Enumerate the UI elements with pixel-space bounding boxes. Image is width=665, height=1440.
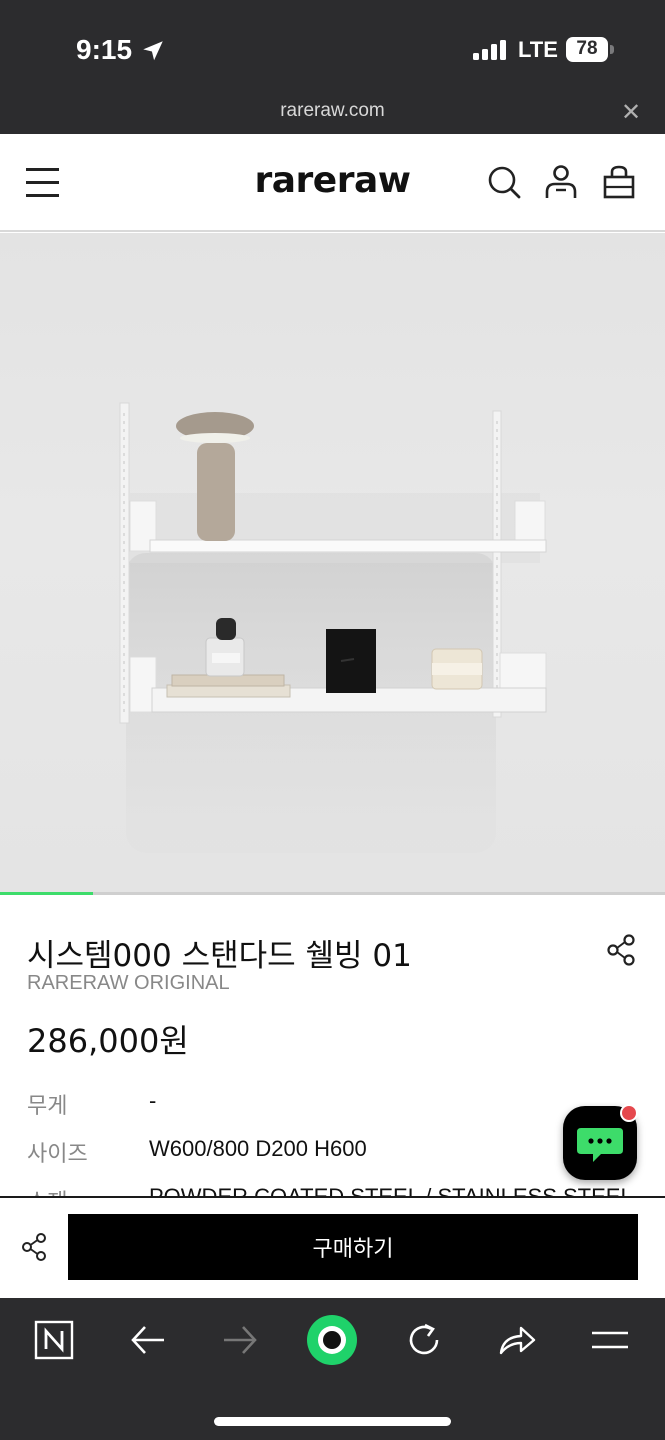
url-domain[interactable]: rareraw.com: [0, 100, 665, 122]
spec-value-weight: -: [149, 1088, 157, 1113]
search-icon[interactable]: [487, 164, 521, 200]
spec-value-size: W600/800 D200 H600: [149, 1136, 367, 1161]
spec-label-weight: 무게: [27, 1094, 68, 1119]
forward-arrow-icon[interactable]: [220, 1320, 260, 1360]
refresh-icon[interactable]: [404, 1320, 444, 1360]
user-icon[interactable]: [544, 164, 578, 200]
product-title: 시스템000 스탠다드 쉘빙 01: [27, 938, 412, 974]
shopping-bag-icon[interactable]: [602, 164, 636, 200]
share-icon[interactable]: [20, 1232, 48, 1262]
home-indicator[interactable]: [214, 1417, 451, 1426]
back-arrow-icon[interactable]: [128, 1320, 168, 1360]
naver-n-icon[interactable]: [34, 1320, 74, 1360]
shelving-illustration: [119, 402, 547, 853]
battery-level: 78: [576, 38, 598, 59]
signal-bars-icon: [473, 40, 506, 60]
carousel-progress-fill: [0, 892, 94, 895]
purchase-button[interactable]: 구매하기: [68, 1214, 638, 1280]
green-home-icon[interactable]: [306, 1314, 358, 1366]
share-icon[interactable]: [606, 934, 636, 966]
product-brand: RARERAW ORIGINAL: [27, 972, 230, 994]
close-icon[interactable]: ✕: [619, 100, 643, 124]
status-time: 9:15: [76, 34, 133, 65]
network-type: LTE: [518, 37, 558, 62]
location-arrow-icon: [143, 41, 163, 61]
product-hero-image[interactable]: [0, 233, 665, 893]
tabs-menu-icon[interactable]: [590, 1320, 630, 1360]
site-header: rareraw: [0, 134, 665, 232]
battery-icon: 78: [566, 37, 614, 62]
notification-dot: [620, 1104, 638, 1122]
product-price: 286,000원: [27, 1022, 189, 1060]
spec-label-size: 사이즈: [27, 1142, 88, 1167]
carousel-progress-track: [0, 892, 665, 895]
share-arrow-icon[interactable]: [497, 1320, 537, 1360]
